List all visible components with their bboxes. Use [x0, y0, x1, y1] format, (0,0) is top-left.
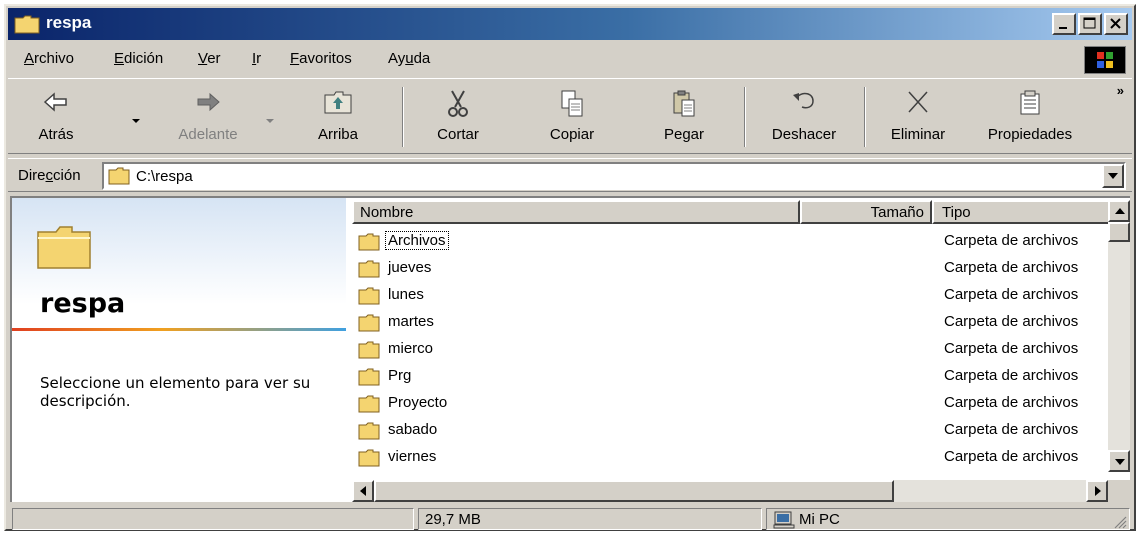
folder-icon: [358, 260, 380, 278]
address-dropdown-button[interactable]: [1102, 164, 1124, 188]
toolbar-separator: [744, 87, 746, 147]
folder-icon: [358, 449, 380, 467]
resize-grip-icon[interactable]: [1113, 515, 1127, 529]
menu-favoritos[interactable]: Favoritos: [290, 50, 352, 67]
large-folder-icon: [37, 226, 91, 269]
explorer-window: respa Archivo Edición Ver Ir Favoritos A…: [4, 4, 1136, 531]
cut-button[interactable]: Cortar: [412, 85, 504, 149]
status-cell-objects: [12, 508, 414, 530]
window-title: respa: [46, 13, 92, 32]
title-bar[interactable]: respa: [8, 8, 1132, 40]
copy-button[interactable]: Copiar: [526, 85, 618, 149]
list-item[interactable]: mierco Carpeta de archivos: [352, 336, 1108, 363]
folder-icon: [14, 15, 40, 34]
arrow-right-icon: [1095, 486, 1101, 496]
status-cell-size: 29,7 MB: [418, 508, 762, 530]
menu-ver[interactable]: Ver: [198, 50, 221, 67]
folder-icon: [108, 167, 130, 185]
copy-icon: [561, 90, 583, 117]
back-dropdown-icon[interactable]: [132, 119, 140, 123]
minimize-button[interactable]: [1052, 13, 1076, 35]
list-item[interactable]: Prg Carpeta de archivos: [352, 363, 1108, 390]
folder-icon: [358, 314, 380, 332]
horizontal-scrollbar[interactable]: [352, 480, 1108, 502]
column-header-name[interactable]: Nombre: [352, 200, 800, 224]
list-item[interactable]: sabado Carpeta de archivos: [352, 417, 1108, 444]
close-button[interactable]: [1104, 13, 1128, 35]
menu-edicion[interactable]: Edición: [114, 50, 163, 67]
address-input[interactable]: C:\respa: [102, 162, 1126, 190]
folder-icon: [358, 368, 380, 386]
divider: [12, 328, 346, 331]
list-item[interactable]: jueves Carpeta de archivos: [352, 255, 1108, 282]
arrow-down-icon: [1115, 459, 1125, 465]
menu-archivo[interactable]: Archivo: [24, 50, 74, 67]
menu-ir[interactable]: Ir: [252, 50, 261, 67]
address-bar: Dirección C:\respa: [8, 158, 1132, 192]
toolbar: Atrás Adelante Arriba Cortar Copiar Pega…: [8, 78, 1132, 154]
up-button[interactable]: Arriba: [298, 85, 378, 149]
scroll-left-button[interactable]: [352, 480, 374, 502]
properties-button[interactable]: Propiedades: [974, 85, 1086, 149]
horizontal-scroll-thumb[interactable]: [374, 480, 894, 502]
close-icon: [1110, 18, 1121, 29]
forward-dropdown-icon[interactable]: [266, 119, 274, 123]
folder-title: respa: [40, 288, 126, 319]
vertical-scroll-thumb[interactable]: [1108, 222, 1130, 242]
undo-icon: [793, 92, 814, 109]
windows-logo-icon: [1084, 46, 1126, 74]
arrow-up-icon: [1115, 208, 1125, 214]
folder-icon: [358, 422, 380, 440]
minimize-icon: [1059, 27, 1067, 29]
back-arrow-icon: [43, 92, 67, 112]
column-header-size[interactable]: Tamaño: [800, 200, 932, 224]
status-cell-location: Mi PC: [766, 508, 1130, 530]
address-label: Dirección: [18, 167, 81, 184]
folder-up-icon: [324, 91, 352, 114]
toolbar-separator: [402, 87, 404, 147]
status-bar: 29,7 MB Mi PC: [8, 506, 1132, 530]
maximize-button[interactable]: [1078, 13, 1102, 35]
forward-arrow-icon: [197, 92, 220, 112]
scroll-right-button[interactable]: [1086, 480, 1108, 502]
menu-bar: Archivo Edición Ver Ir Favoritos Ayuda: [8, 44, 1132, 74]
list-item[interactable]: martes Carpeta de archivos: [352, 309, 1108, 336]
paste-button[interactable]: Pegar: [638, 85, 730, 149]
file-list: Nombre Tamaño Tipo Archivos Carpeta de a…: [352, 198, 1130, 502]
folder-description: Seleccione un elemento para ver su descr…: [40, 374, 311, 410]
folder-icon: [358, 233, 380, 251]
vertical-scrollbar[interactable]: [1108, 200, 1130, 472]
delete-x-icon: [908, 91, 928, 113]
folder-icon: [358, 287, 380, 305]
folder-icon: [358, 341, 380, 359]
computer-icon: [773, 511, 795, 529]
list-item[interactable]: Archivos Carpeta de archivos: [352, 228, 1108, 255]
info-pane: respa Seleccione un elemento para ver su…: [12, 198, 346, 502]
column-header-type[interactable]: Tipo: [932, 200, 1112, 224]
folder-icon: [358, 395, 380, 413]
scissors-icon: [448, 90, 468, 117]
properties-icon: [1020, 90, 1040, 115]
back-button[interactable]: Atrás: [16, 85, 96, 149]
list-item[interactable]: viernes Carpeta de archivos: [352, 444, 1108, 471]
scroll-down-button[interactable]: [1108, 450, 1130, 472]
scroll-up-button[interactable]: [1108, 200, 1130, 222]
arrow-left-icon: [360, 486, 366, 496]
forward-button[interactable]: Adelante: [158, 85, 258, 149]
address-value: C:\respa: [136, 168, 193, 185]
list-item[interactable]: Proyecto Carpeta de archivos: [352, 390, 1108, 417]
delete-button[interactable]: Eliminar: [876, 85, 960, 149]
maximize-icon: [1083, 17, 1096, 29]
content-area: respa Seleccione un elemento para ver su…: [10, 196, 1130, 502]
menu-ayuda[interactable]: Ayuda: [388, 50, 430, 67]
chevron-down-icon: [1108, 173, 1118, 179]
list-item[interactable]: lunes Carpeta de archivos: [352, 282, 1108, 309]
paste-icon: [673, 90, 695, 117]
toolbar-separator: [864, 87, 866, 147]
toolbar-more-button[interactable]: »: [1117, 83, 1124, 98]
scroll-corner: [1108, 480, 1130, 502]
undo-button[interactable]: Deshacer: [756, 85, 852, 149]
